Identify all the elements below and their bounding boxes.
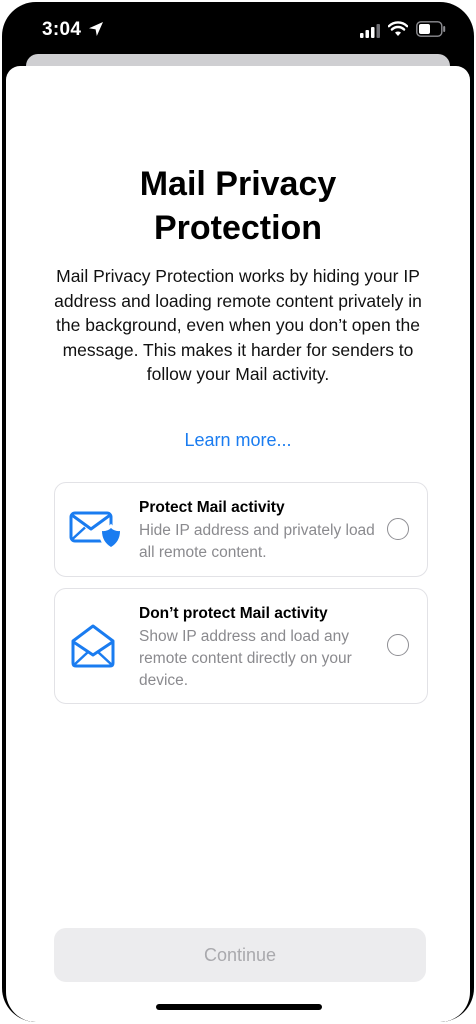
envelope-shield-icon: [69, 511, 121, 551]
option-title: Protect Mail activity: [139, 499, 285, 516]
open-envelope-icon: [71, 624, 115, 668]
option-description: Hide IP address and privately load all r…: [139, 522, 375, 561]
continue-button[interactable]: Continue: [54, 928, 426, 982]
cellular-signal-icon: [360, 24, 380, 38]
protect-radio-button[interactable]: [387, 518, 409, 540]
dont-protect-mail-activity-option[interactable]: Don’t protect Mail activity Show IP addr…: [54, 588, 428, 704]
description-text: Mail Privacy Protection works by hiding …: [54, 266, 422, 384]
status-bar: 3:04: [2, 2, 474, 58]
protect-mail-activity-option[interactable]: Protect Mail activity Hide IP address an…: [54, 482, 428, 577]
location-arrow-icon: [89, 22, 103, 36]
dont-protect-radio-button[interactable]: [387, 634, 409, 656]
title-line-1: Mail Privacy: [139, 165, 337, 203]
status-time: 3:04: [42, 19, 82, 40]
home-indicator[interactable]: [156, 1004, 322, 1010]
battery-icon: [416, 21, 446, 37]
title-line-2: Protection: [153, 209, 323, 247]
wifi-icon: [388, 21, 408, 36]
device-frame: 3:04 Mail Privacy Protection Mail Privac…: [2, 2, 474, 1022]
phone-screen: 3:04 Mail Privacy Protection Mail Privac…: [0, 0, 476, 1024]
option-description: Show IP address and load any remote cont…: [139, 628, 352, 689]
privacy-sheet: Mail Privacy Protection Mail Privacy Pro…: [6, 66, 470, 1022]
option-title: Don’t protect Mail activity: [139, 605, 328, 622]
learn-more-link[interactable]: Learn more...: [6, 430, 470, 451]
page-title: Mail Privacy Protection: [6, 162, 470, 250]
